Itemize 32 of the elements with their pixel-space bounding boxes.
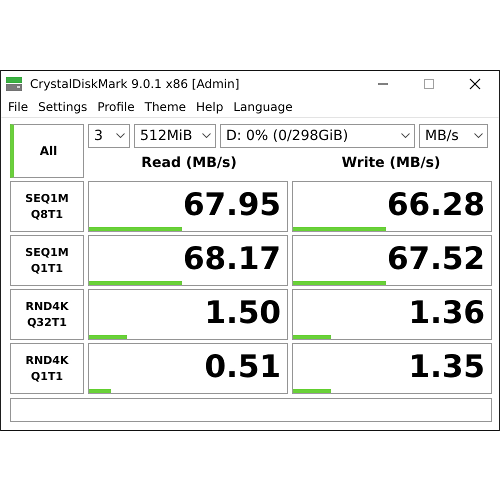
test-button[interactable]: SEQ1M Q1T1 [10,235,84,286]
disk-drive-icon [5,76,23,92]
result-cell: 68.17 [88,235,288,286]
dropdown[interactable]: 3 [88,124,130,148]
menu-item[interactable]: Profile [92,100,140,114]
menu-item[interactable]: Help [191,100,228,114]
column-header: Read (MB/s) [140,155,238,171]
window-title: CrystalDiskMark 9.0.1 x86 [Admin] [30,77,240,91]
result-cell: 1.35 [292,343,492,394]
result-cell: 66.28 [292,181,492,232]
result-cell: 0.51 [88,343,288,394]
test-button[interactable]: SEQ1M Q8T1 [10,181,84,232]
menu-item[interactable]: Settings [33,100,92,114]
menu-item[interactable]: File [3,100,34,114]
chevron-icon [202,133,211,139]
test-button[interactable]: RND4K Q1T1 [10,343,84,394]
result-cell: 1.50 [88,289,288,340]
menu-item[interactable]: Theme [140,100,192,114]
close-icon[interactable] [469,78,481,90]
column-header: Write (MB/s) [340,155,442,171]
menu-item[interactable]: Language [228,100,298,114]
test-button[interactable]: RND4K Q32T1 [10,289,84,340]
chevron-icon [474,133,483,139]
dropdown[interactable]: MB/s [419,124,488,148]
result-cell: 67.95 [88,181,288,232]
all-button[interactable]: All [10,124,84,178]
chevron-icon [116,133,125,139]
dropdown[interactable]: 512MiB [134,124,216,148]
result-cell: 67.52 [292,235,492,286]
chevron-icon [401,133,410,139]
dropdown[interactable]: D: 0% (0/298GiB) [220,124,415,148]
result-cell: 1.36 [292,289,492,340]
